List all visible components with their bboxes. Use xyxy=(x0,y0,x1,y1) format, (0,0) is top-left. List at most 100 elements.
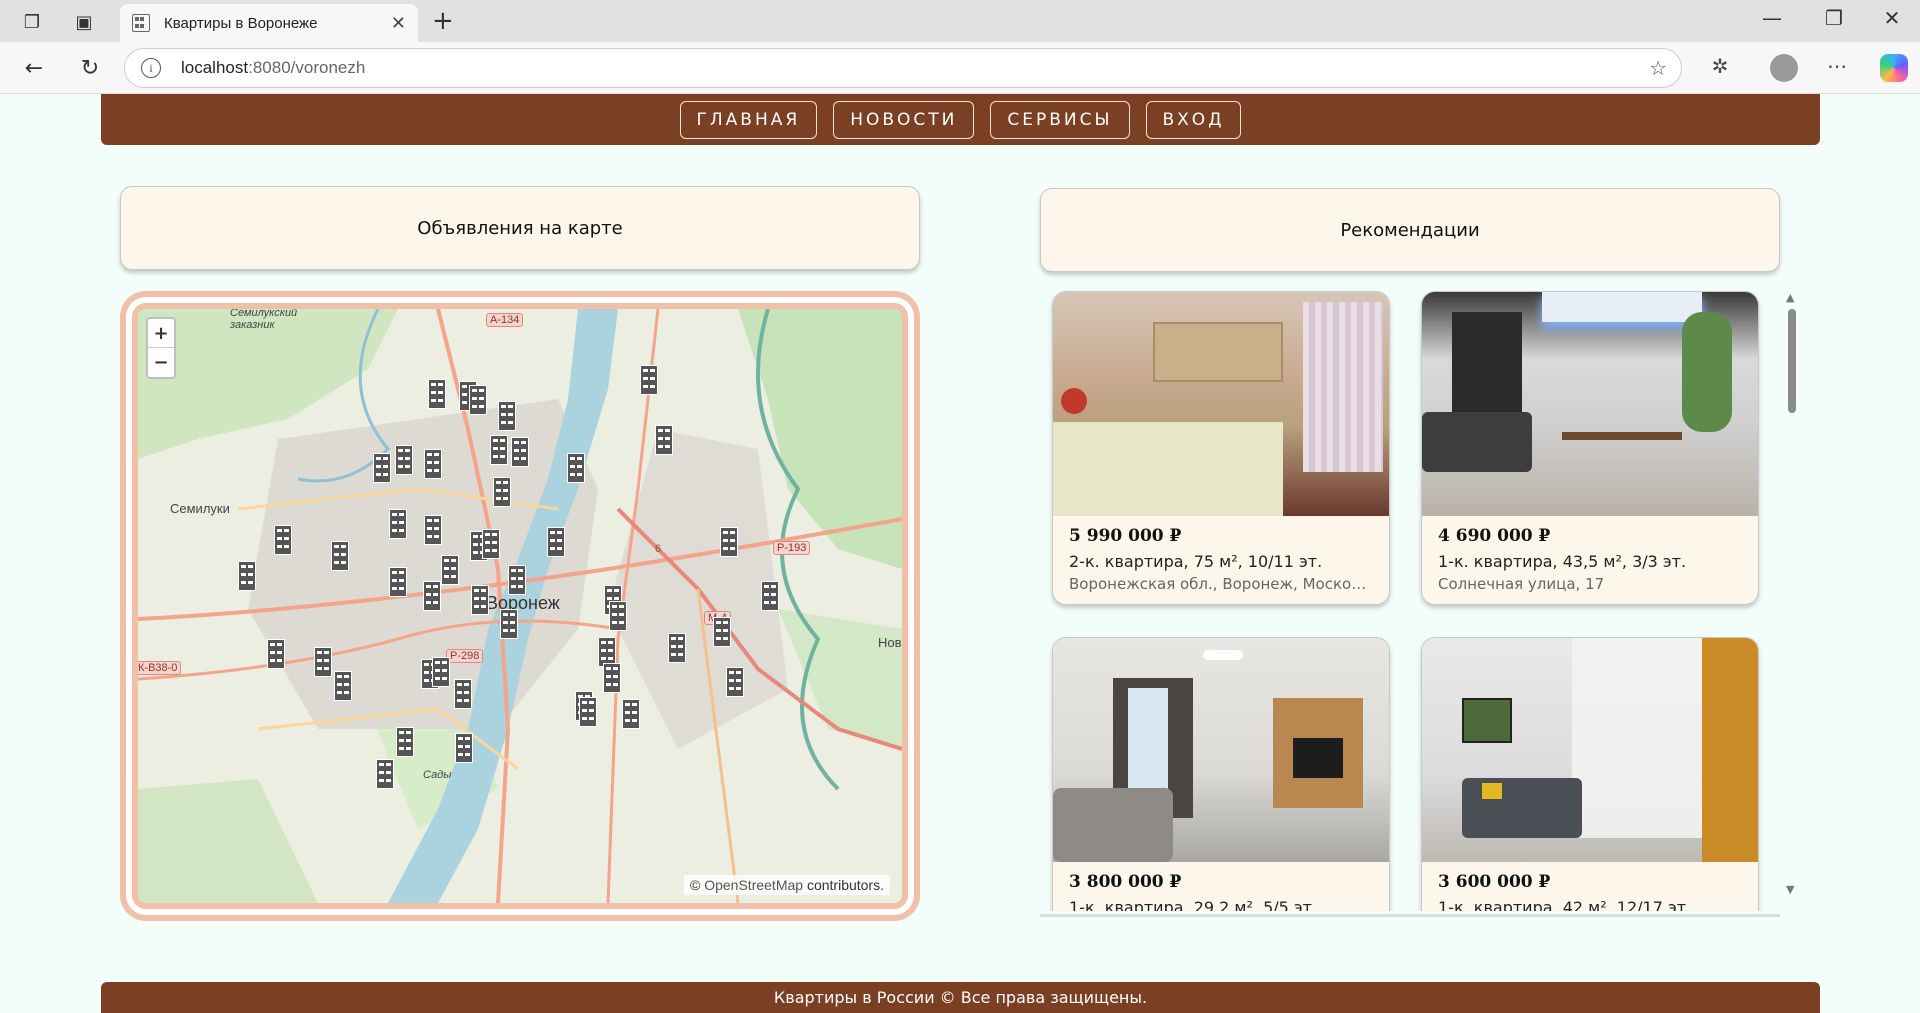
zoom-in-button[interactable]: + xyxy=(148,319,174,348)
listing-marker[interactable] xyxy=(622,699,640,729)
listing-marker[interactable] xyxy=(395,445,413,475)
map-attribution: © OpenStreetMap contributors. xyxy=(684,875,890,895)
tab-title: Квартиры в Воронеже xyxy=(164,14,318,32)
address-bar[interactable]: i localhost:8080/voronezh ☆ xyxy=(124,48,1682,88)
maximize-icon[interactable]: ❐ xyxy=(1814,6,1854,30)
listing-marker[interactable] xyxy=(396,727,414,757)
listing-marker[interactable] xyxy=(713,617,731,647)
listing-marker[interactable] xyxy=(579,697,597,727)
road-label-6: 6 xyxy=(655,543,662,555)
tab-actions-icon[interactable]: ▣ xyxy=(70,8,98,36)
listing-photo xyxy=(1053,638,1389,862)
osm-link[interactable]: OpenStreetMap xyxy=(704,877,803,893)
site-info-icon[interactable]: i xyxy=(141,58,161,78)
recommendations-scrollbar[interactable]: ▲ ▼ xyxy=(1783,291,1799,911)
back-arrow-icon[interactable]: ← xyxy=(18,52,50,84)
workspaces-icon[interactable]: ❐ xyxy=(18,8,46,36)
listing-photo xyxy=(1422,638,1758,862)
road-label-a134: А-134 xyxy=(486,313,524,327)
listing-marker[interactable] xyxy=(389,509,407,539)
map-panel-title: Объявления на карте xyxy=(120,186,920,270)
listing-marker[interactable] xyxy=(640,365,658,395)
road-label-r193: Р-193 xyxy=(773,541,811,555)
listing-marker[interactable] xyxy=(567,453,585,483)
listing-marker[interactable] xyxy=(668,633,686,663)
building-favicon-icon xyxy=(132,14,150,32)
attribution-copyright: © xyxy=(690,877,701,893)
browser-toolbar: ← ↻ i localhost:8080/voronezh ☆ ✲ ⋯ xyxy=(0,42,1920,94)
listing-price: 4 690 000 ₽ xyxy=(1438,526,1551,546)
listing-card[interactable]: 4 690 000 ₽ 1-к. квартира, 43,5 м², 3/3 … xyxy=(1421,291,1759,605)
favorite-star-icon[interactable]: ☆ xyxy=(1649,56,1667,80)
listing-marker[interactable] xyxy=(424,515,442,545)
browser-tab-bar: ❐ ▣ Квартиры в Воронеже ✕ + — ❐ ✕ xyxy=(0,0,1920,42)
listing-marker[interactable] xyxy=(508,565,526,595)
listing-marker[interactable] xyxy=(471,585,489,615)
listing-marker[interactable] xyxy=(428,379,446,409)
recommendations-list[interactable]: 5 990 000 ₽ 2-к. квартира, 75 м², 10/11 … xyxy=(1040,291,1800,911)
map-frame: + − Семилукский заказник Семилуки Вороне… xyxy=(120,291,920,921)
listing-card[interactable]: 3 800 000 ₽ 1-к. квартира, 29,2 м², 5/5 … xyxy=(1052,637,1390,911)
site-footer: Квартиры в России © Все права защищены. xyxy=(101,982,1820,1013)
listing-marker[interactable] xyxy=(511,437,529,467)
listing-marker[interactable] xyxy=(267,639,285,669)
map-label-sady: Сады xyxy=(423,769,452,781)
extensions-icon[interactable]: ✲ xyxy=(1705,54,1735,78)
listing-marker[interactable] xyxy=(493,477,511,507)
listing-marker[interactable] xyxy=(373,453,391,483)
listing-marker[interactable] xyxy=(726,667,744,697)
scroll-down-icon[interactable]: ▼ xyxy=(1786,883,1794,896)
copilot-icon[interactable] xyxy=(1880,54,1908,82)
minimize-icon[interactable]: — xyxy=(1752,6,1792,30)
attribution-suffix: contributors. xyxy=(806,877,884,893)
profile-avatar[interactable] xyxy=(1770,54,1798,82)
listing-marker[interactable] xyxy=(603,663,621,693)
listing-marker[interactable] xyxy=(498,401,516,431)
listing-marker[interactable] xyxy=(424,449,442,479)
nav-login-button[interactable]: ВХОД xyxy=(1145,100,1242,139)
zoom-out-button[interactable]: − xyxy=(148,348,174,377)
page: ГЛАВНАЯ НОВОСТИ СЕРВИСЫ ВХОД Объявления … xyxy=(0,94,1920,1013)
tab-close-icon[interactable]: ✕ xyxy=(391,13,406,34)
listing-marker[interactable] xyxy=(331,541,349,571)
map-label-nova: Нова xyxy=(878,635,908,650)
listing-marker[interactable] xyxy=(334,671,352,701)
listing-marker[interactable] xyxy=(274,525,292,555)
new-tab-button[interactable]: + xyxy=(432,6,454,36)
listing-marker[interactable] xyxy=(655,425,673,455)
footer-text: Квартиры в России © Все права защищены. xyxy=(773,988,1148,1007)
listing-marker[interactable] xyxy=(441,555,459,585)
reload-icon[interactable]: ↻ xyxy=(74,52,106,84)
listing-marker[interactable] xyxy=(761,581,779,611)
listing-marker[interactable] xyxy=(490,435,508,465)
listing-address: Воронежская обл., Воронеж, Московский xyxy=(1069,575,1373,593)
listing-marker[interactable] xyxy=(720,527,738,557)
nav-news-button[interactable]: НОВОСТИ xyxy=(833,100,975,139)
listing-marker[interactable] xyxy=(454,679,472,709)
listing-card[interactable]: 3 600 000 ₽ 1-к. квартира, 42 м², 12/17 … xyxy=(1421,637,1759,911)
scroll-up-icon[interactable]: ▲ xyxy=(1786,291,1794,304)
listing-marker[interactable] xyxy=(547,527,565,557)
nav-services-button[interactable]: СЕРВИСЫ xyxy=(990,100,1130,139)
more-menu-icon[interactable]: ⋯ xyxy=(1822,54,1852,78)
listing-marker[interactable] xyxy=(432,657,450,687)
listing-marker[interactable] xyxy=(423,581,441,611)
recommendations-divider xyxy=(1040,914,1780,917)
map[interactable]: + − Семилукский заказник Семилуки Вороне… xyxy=(132,303,908,909)
listing-marker[interactable] xyxy=(376,759,394,789)
close-window-icon[interactable]: ✕ xyxy=(1872,6,1912,30)
scrollbar-thumb[interactable] xyxy=(1788,309,1796,413)
listing-price: 5 990 000 ₽ xyxy=(1069,526,1182,546)
listing-marker[interactable] xyxy=(469,385,487,415)
listing-marker[interactable] xyxy=(238,561,256,591)
listing-description: 1-к. квартира, 42 м², 12/17 эт. xyxy=(1438,898,1692,911)
listing-marker[interactable] xyxy=(314,647,332,677)
listing-marker[interactable] xyxy=(455,733,473,763)
listing-card[interactable]: 5 990 000 ₽ 2-к. квартира, 75 м², 10/11 … xyxy=(1052,291,1390,605)
listing-marker[interactable] xyxy=(609,601,627,631)
listing-marker[interactable] xyxy=(500,609,518,639)
listing-marker[interactable] xyxy=(389,567,407,597)
listing-marker[interactable] xyxy=(482,529,500,559)
nav-home-button[interactable]: ГЛАВНАЯ xyxy=(679,100,818,139)
browser-tab[interactable]: Квартиры в Воронеже ✕ xyxy=(120,4,418,42)
